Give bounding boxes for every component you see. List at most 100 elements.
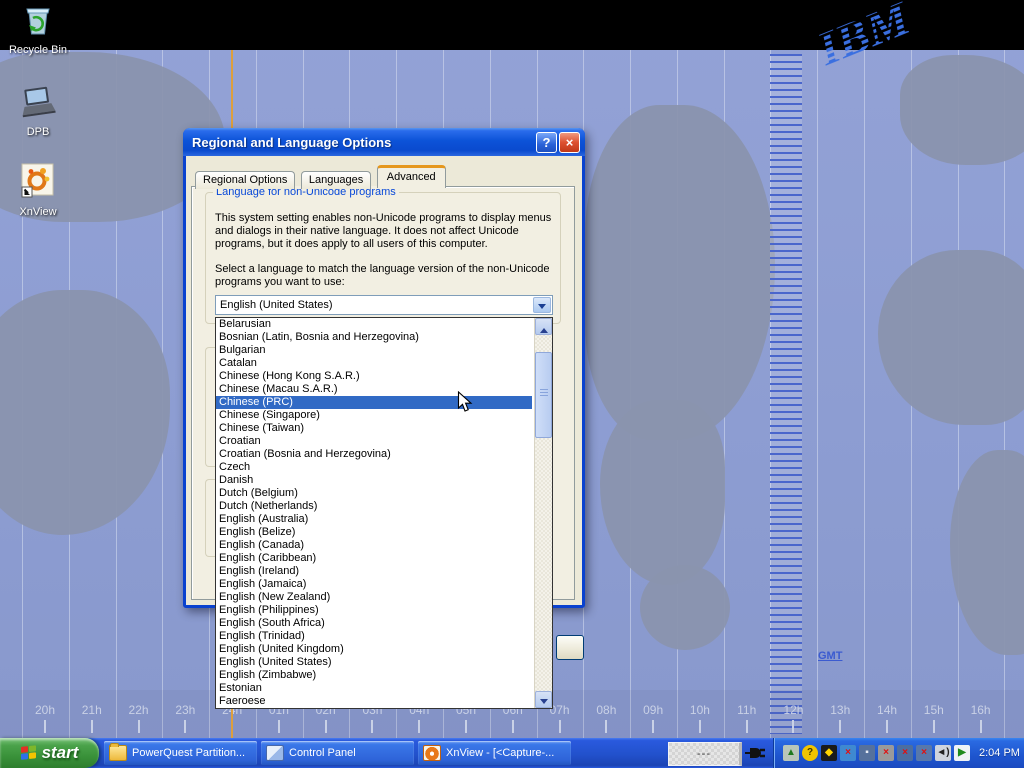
language-option[interactable]: English (Ireland) (216, 565, 532, 578)
language-option[interactable]: English (Canada) (216, 539, 532, 552)
language-option[interactable]: English (Jamaica) (216, 578, 532, 591)
timezone-tick (559, 720, 561, 733)
language-option[interactable]: Bulgarian (216, 344, 532, 357)
xnview-shortcut-icon (20, 162, 56, 200)
list-scrollbar[interactable] (534, 318, 552, 708)
desktop-icon-xnview[interactable]: XnView (0, 162, 76, 218)
timezone-label: 14h (877, 703, 897, 717)
language-option[interactable]: Czech (216, 461, 532, 474)
scrollbar-thumb[interactable] (535, 352, 552, 438)
taskbar-window-icon (109, 745, 127, 761)
language-option[interactable]: English (Trinidad) (216, 630, 532, 643)
continent-shape (0, 290, 170, 535)
timezone-tick (418, 720, 420, 733)
desktop-icon-label: Recycle Bin (0, 44, 76, 56)
taskbar-window-icon (266, 745, 284, 761)
language-option[interactable]: Chinese (PRC) (216, 396, 532, 409)
laptop-icon (19, 84, 57, 120)
scroll-up-button[interactable] (535, 318, 552, 335)
gmt-label: GMT (818, 650, 842, 662)
tab[interactable]: Regional Options (195, 171, 295, 189)
signal-error-tray-icon[interactable]: × (878, 745, 894, 761)
language-option[interactable]: Chinese (Macau S.A.R.) (216, 383, 532, 396)
language-option[interactable]: English (New Zealand) (216, 591, 532, 604)
language-option[interactable]: Dutch (Netherlands) (216, 500, 532, 513)
dialog-titlebar[interactable]: Regional and Language Options ? × (183, 128, 585, 156)
language-flag-tray-icon[interactable]: ▶ (954, 745, 970, 761)
continent-shape (600, 400, 725, 585)
language-options: Belarusian Bosnian (Latin, Bosnia and He… (216, 318, 552, 708)
power-meter[interactable]: --- (668, 742, 742, 766)
timezone-tick (746, 720, 748, 733)
language-option[interactable]: Chinese (Singapore) (216, 409, 532, 422)
gmt-meridian-band (770, 54, 802, 734)
taskbar-clock[interactable]: 2:04 PM (979, 747, 1020, 759)
language-option[interactable]: Chinese (Hong Kong S.A.R.) (216, 370, 532, 383)
messenger-error-tray-icon[interactable]: × (840, 745, 856, 761)
language-option[interactable]: Belarusian (216, 318, 532, 331)
combobox-dropdown-button[interactable] (533, 297, 551, 313)
taskbar-window-buttons: PowerQuest Partition... Control Panel Xn… (104, 741, 571, 765)
timezone-label: 13h (830, 703, 850, 717)
language-option[interactable]: Dutch (Belgium) (216, 487, 532, 500)
tab[interactable]: Advanced (377, 165, 446, 188)
timezone-label: 20h (35, 703, 55, 717)
timezone-tick (512, 720, 514, 733)
taskbar-window-button[interactable]: Control Panel (261, 741, 414, 765)
volume-tray-icon[interactable]: ◄) (935, 745, 951, 761)
timezone-tick (325, 720, 327, 733)
language-option[interactable]: Croatian (216, 435, 532, 448)
timezone-label: 22h (129, 703, 149, 717)
desktop-icon-recycle-bin[interactable]: Recycle Bin (0, 4, 76, 56)
mail-tray-icon[interactable]: ◆ (821, 745, 837, 761)
taskbar-window-button[interactable]: PowerQuest Partition... (104, 741, 257, 765)
continent-shape (950, 450, 1024, 655)
status-help-tray-icon[interactable]: ? (802, 745, 818, 761)
timezone-tick (371, 720, 373, 733)
close-button[interactable]: × (559, 132, 580, 153)
scroll-down-button[interactable] (535, 691, 552, 708)
tray-icons: ▲ ? ◆ × ▪ × × × ◄) ▶ (783, 745, 970, 761)
connection-error-tray-icon[interactable]: × (897, 745, 913, 761)
language-option[interactable]: English (Zimbabwe) (216, 669, 532, 682)
language-option[interactable]: Estonian (216, 682, 532, 695)
language-option[interactable]: Faeroese (216, 695, 532, 708)
language-option[interactable]: Catalan (216, 357, 532, 370)
timezone-label: 16h (971, 703, 991, 717)
hidden-groupbox-edge (205, 479, 215, 557)
language-option[interactable]: Danish (216, 474, 532, 487)
timezone-label: 09h (643, 703, 663, 717)
taskbar-window-label: Control Panel (289, 747, 356, 759)
datakeeper-tray-icon[interactable]: ▲ (783, 745, 799, 761)
network-tray-icon[interactable]: ▪ (859, 745, 875, 761)
svg-text:IBM: IBM (810, 0, 920, 77)
timezone-label: 10h (690, 703, 710, 717)
taskbar-window-button[interactable]: XnView - [<Capture-... (418, 741, 571, 765)
language-option[interactable]: English (United Kingdom) (216, 643, 532, 656)
timezone-label: 12h (783, 703, 803, 717)
select-language-prompt: Select a language to match the language … (215, 263, 569, 289)
start-button[interactable]: start (0, 738, 99, 768)
taskbar-window-icon (423, 745, 441, 761)
language-combobox[interactable]: English (United States) (215, 295, 553, 315)
language-option[interactable]: English (United States) (216, 656, 532, 669)
language-option[interactable]: English (Caribbean) (216, 552, 532, 565)
language-option[interactable]: English (Belize) (216, 526, 532, 539)
help-button[interactable]: ? (536, 132, 557, 153)
language-option[interactable]: English (South Africa) (216, 617, 532, 630)
timezone-label: 08h (596, 703, 616, 717)
timezone-boundary-line (864, 50, 865, 768)
language-option[interactable]: English (Australia) (216, 513, 532, 526)
desktop-icon-label: DPB (0, 126, 76, 138)
tab[interactable]: Languages (301, 171, 371, 189)
desktop-icon-dpb[interactable]: DPB (0, 84, 76, 138)
language-option[interactable]: Croatian (Bosnia and Herzegovina) (216, 448, 532, 461)
apply-button-fragment[interactable] (556, 635, 584, 660)
timezone-tick (980, 720, 982, 733)
wireless-error-tray-icon[interactable]: × (916, 745, 932, 761)
language-option[interactable]: Chinese (Taiwan) (216, 422, 532, 435)
language-option[interactable]: English (Philippines) (216, 604, 532, 617)
recycle-bin-icon (21, 4, 55, 38)
hidden-groupbox-edge (205, 347, 215, 467)
language-option[interactable]: Bosnian (Latin, Bosnia and Herzegovina) (216, 331, 532, 344)
